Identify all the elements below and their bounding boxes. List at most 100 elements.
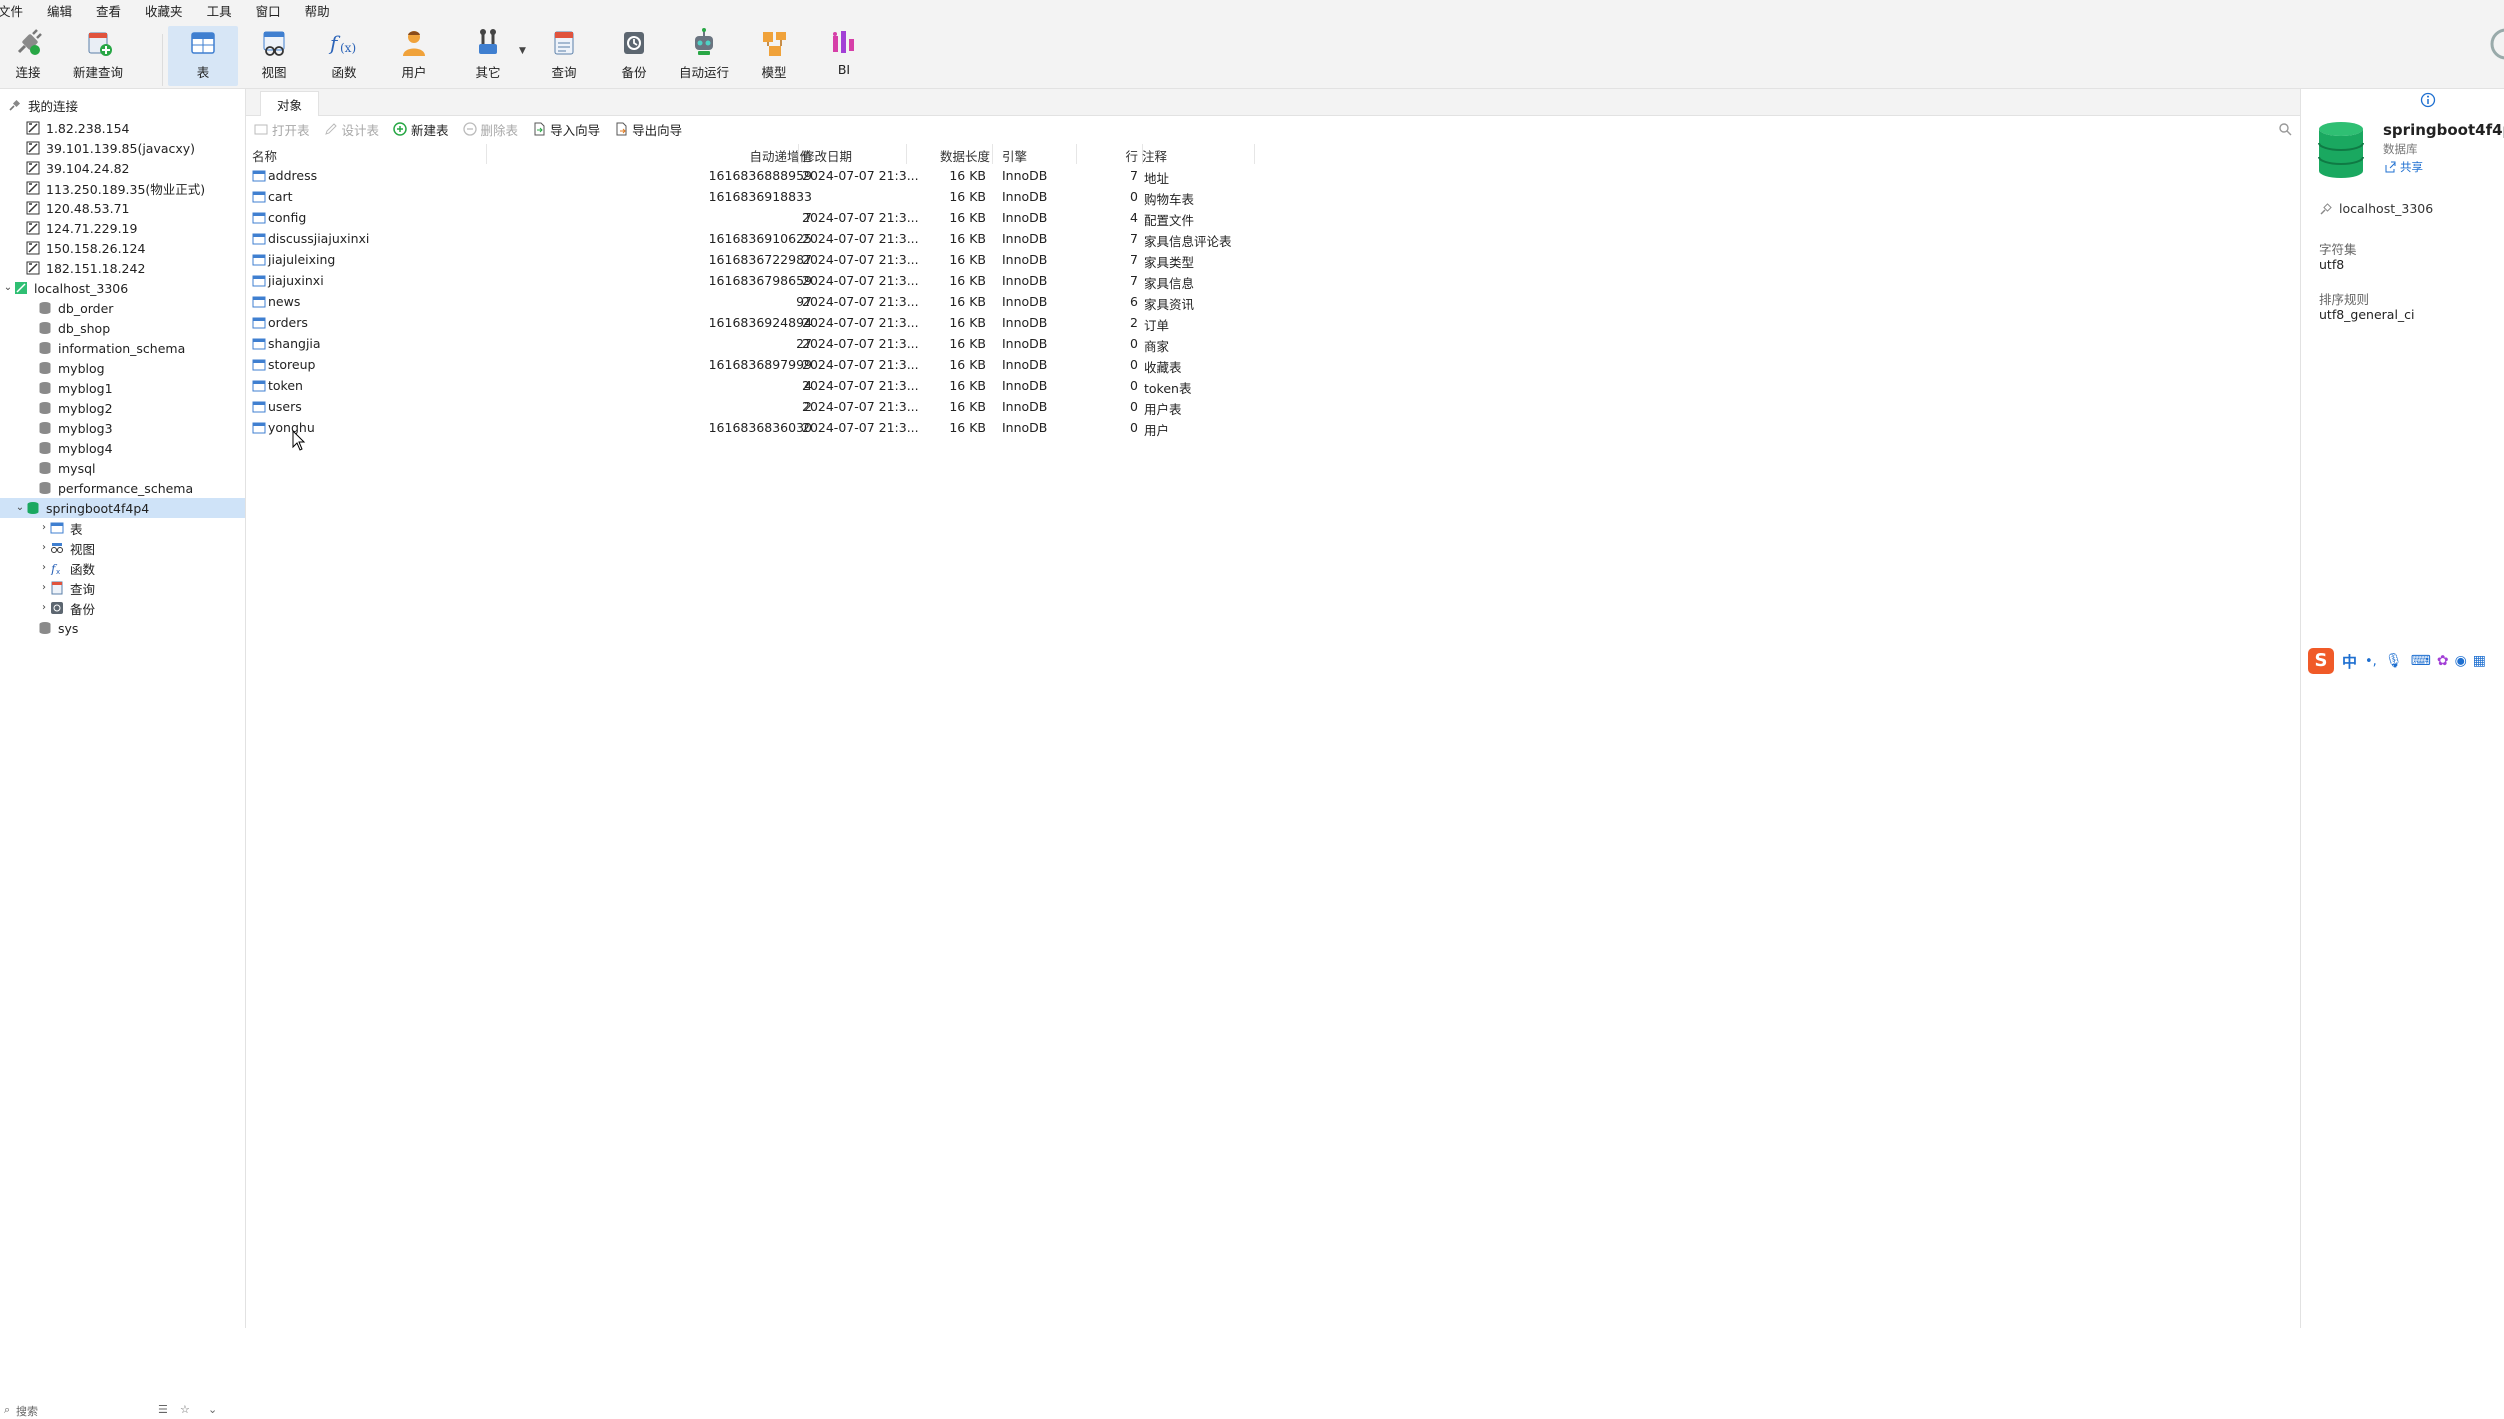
other-button[interactable]: 其它 xyxy=(470,26,506,86)
tree-connection[interactable]: 113.250.189.35(物业正式) xyxy=(0,178,245,198)
menu-file[interactable]: 文件 xyxy=(0,1,23,20)
column-divider[interactable] xyxy=(1076,144,1077,164)
table-row[interactable]: users 2 2024-07-07 21:3... 16 KB InnoDB 0 用户表 xyxy=(246,397,1256,418)
tree-database[interactable]: sys xyxy=(0,618,245,638)
tree-database[interactable]: db_shop xyxy=(0,318,245,338)
query-button[interactable]: 查询 xyxy=(546,26,582,86)
filter-icon[interactable]: ☰ xyxy=(158,1403,168,1416)
tree-connection[interactable]: 1.82.238.154 xyxy=(0,118,245,138)
game-icon[interactable]: ◉ xyxy=(2455,653,2467,669)
new-query-button[interactable]: 新建查询 xyxy=(73,26,123,86)
chevron-down-icon[interactable]: ⌄ xyxy=(208,1403,217,1416)
table-row[interactable]: jiajuleixing 1616836722987 2024-07-07 21:3… xyxy=(246,250,1256,271)
col-rows[interactable]: 行 xyxy=(1116,146,1138,165)
chevron-icon[interactable]: ⌄ xyxy=(2,282,14,294)
connect-button[interactable]: 连接 xyxy=(10,26,46,86)
share-link[interactable]: 共享 xyxy=(2383,159,2423,175)
ime-language[interactable]: 中 xyxy=(2342,651,2357,672)
search-icon[interactable] xyxy=(2278,122,2292,136)
menu-edit[interactable]: 编辑 xyxy=(47,1,72,20)
tree-object-group[interactable]: › 备份 xyxy=(0,598,245,618)
menu-favorites[interactable]: 收藏夹 xyxy=(145,1,183,20)
tree-database[interactable]: performance_schema xyxy=(0,478,245,498)
microphone-icon[interactable]: 🎙 xyxy=(2385,653,2403,669)
table-row[interactable]: news 97 2024-07-07 21:3... 16 KB InnoDB 6 家具资讯 xyxy=(246,292,1256,313)
menu-view[interactable]: 查看 xyxy=(96,1,121,20)
table-row[interactable]: shangjia 27 2024-07-07 21:3... 16 KB InnoDB 0… xyxy=(246,334,1256,355)
tree-database[interactable]: mysql xyxy=(0,458,245,478)
column-divider[interactable] xyxy=(1254,144,1255,164)
keyboard-icon[interactable]: ⌨ xyxy=(2411,653,2431,669)
user-button[interactable]: 用户 xyxy=(396,26,432,86)
automation-button[interactable]: 自动运行 xyxy=(679,26,729,86)
tree-object-group[interactable]: › 查询 xyxy=(0,578,245,598)
tree-connection[interactable]: 182.151.18.242 xyxy=(0,258,245,278)
tree-database[interactable]: db_order xyxy=(0,298,245,318)
menu-help[interactable]: 帮助 xyxy=(305,1,330,20)
tree-connection[interactable]: 150.158.26.124 xyxy=(0,238,245,258)
tree-database[interactable]: myblog xyxy=(0,358,245,378)
table-row[interactable]: token 4 2024-07-07 21:3... 16 KB InnoDB 0 toke… xyxy=(246,376,1256,397)
table-button[interactable]: 表 xyxy=(168,26,238,86)
column-divider[interactable] xyxy=(486,144,487,164)
design-table-button[interactable]: 设计表 xyxy=(324,120,379,139)
tab-objects[interactable]: 对象 xyxy=(260,91,320,116)
tree-object-group[interactable]: › 视图 xyxy=(0,538,245,558)
tree-database-selected[interactable]: ⌄ springboot4f4p4 xyxy=(0,498,245,518)
tree-connection-localhost[interactable]: ⌄ localhost_3306 xyxy=(0,278,245,298)
open-table-button[interactable]: 打开表 xyxy=(254,120,310,139)
menu-window[interactable]: 窗口 xyxy=(256,1,281,20)
tree-database[interactable]: myblog4 xyxy=(0,438,245,458)
table-row[interactable]: yonghu 1616836836030 2024-07-07 21:3... 16 … xyxy=(246,418,1256,439)
col-auto-increment[interactable]: 自动递增值 xyxy=(730,146,812,165)
model-button[interactable]: 模型 xyxy=(756,26,792,86)
punctuation-icon[interactable]: •, xyxy=(2365,654,2377,669)
chevron-icon[interactable]: › xyxy=(38,522,50,534)
tree-object-group[interactable]: › 表 xyxy=(0,518,245,538)
table-row[interactable]: cart 1616836918833 16 KB InnoDB 0 购物车表 xyxy=(246,187,1256,208)
delete-table-button[interactable]: 删除表 xyxy=(462,120,518,139)
col-engine[interactable]: 引擎 xyxy=(1002,146,1027,165)
col-data-length[interactable]: 数据长度 xyxy=(940,146,990,165)
new-table-button[interactable]: 新建表 xyxy=(393,120,449,139)
tree-connection[interactable]: 120.48.53.71 xyxy=(0,198,245,218)
function-button[interactable]: f (x) 函数 xyxy=(326,26,362,86)
navigator-search-label[interactable]: 搜索 xyxy=(16,1403,38,1419)
col-comment[interactable]: 注释 xyxy=(1142,146,1167,165)
chevron-icon[interactable]: › xyxy=(38,602,50,614)
tree-object-group[interactable]: › f x 函数 xyxy=(0,558,245,578)
chevron-icon[interactable]: › xyxy=(38,562,50,574)
bi-button[interactable]: BI xyxy=(826,26,862,86)
table-row[interactable]: jiajuxinxi 1616836798659 2024-07-07 21:3..… xyxy=(246,271,1256,292)
info-icon[interactable] xyxy=(2420,92,2436,108)
export-wizard-button[interactable]: 导出向导 xyxy=(614,120,682,139)
tree-database[interactable]: myblog1 xyxy=(0,378,245,398)
column-divider[interactable] xyxy=(798,144,799,164)
col-modified-date[interactable]: 修改日期 xyxy=(802,146,852,165)
chevron-icon[interactable]: ⌄ xyxy=(14,502,26,514)
search-icon[interactable]: ⌕ xyxy=(4,1403,10,1417)
column-divider[interactable] xyxy=(906,144,907,164)
table-row[interactable]: config 7 2024-07-07 21:3... 16 KB InnoDB 4 配置文… xyxy=(246,208,1256,229)
table-row[interactable]: address 1616836888959 2024-07-07 21:3... 16… xyxy=(246,166,1256,187)
tree-connection[interactable]: 39.101.139.85(javacxy) xyxy=(0,138,245,158)
tree-database[interactable]: information_schema xyxy=(0,338,245,358)
table-row[interactable]: discussjiajuxinxi 1616836910625 2024-07-07… xyxy=(246,229,1256,250)
avatar-icon[interactable] xyxy=(2486,26,2504,62)
view-button[interactable]: 视图 xyxy=(256,26,292,86)
star-icon[interactable]: ☆ xyxy=(180,1403,190,1416)
column-divider[interactable] xyxy=(992,144,993,164)
table-row[interactable]: storeup 1616836897999 2024-07-07 21:3... 16… xyxy=(246,355,1256,376)
table-row[interactable]: orders 1616836924894 2024-07-07 21:3... 16 … xyxy=(246,313,1256,334)
apps-grid-icon[interactable]: ▦ xyxy=(2473,653,2486,669)
sogou-logo-icon[interactable]: S xyxy=(2308,648,2334,674)
import-wizard-button[interactable]: 导入向导 xyxy=(532,120,600,139)
chevron-icon[interactable]: › xyxy=(38,582,50,594)
tree-connection[interactable]: 39.104.24.82 xyxy=(0,158,245,178)
col-name[interactable]: 名称 xyxy=(252,146,277,165)
menu-tools[interactable]: 工具 xyxy=(207,1,232,20)
tree-database[interactable]: myblog2 xyxy=(0,398,245,418)
skin-icon[interactable]: ✿ xyxy=(2437,653,2449,669)
tree-database[interactable]: myblog3 xyxy=(0,418,245,438)
other-dropdown-icon[interactable]: ▼ xyxy=(519,46,526,56)
